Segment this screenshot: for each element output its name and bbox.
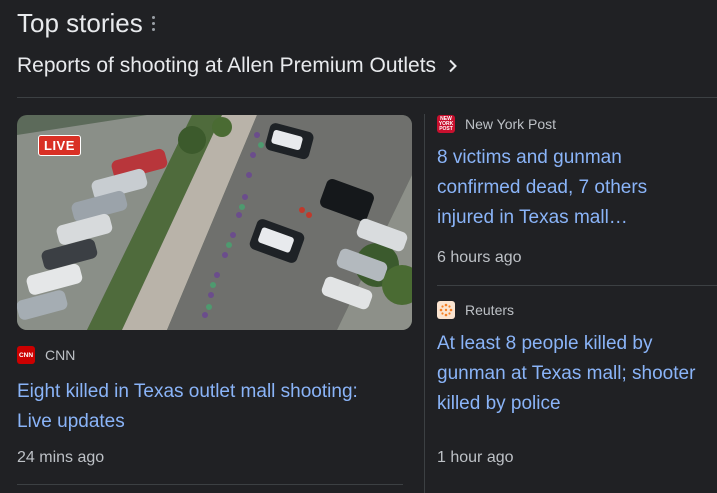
reuters-logo-icon [437,301,455,319]
topic-link[interactable]: Reports of shooting at Allen Premium Out… [17,54,460,78]
story-source: NEW YORK POST New York Post [437,115,707,133]
side-story-card[interactable]: Reuters At least 8 people killed by gunm… [437,301,707,419]
cnn-logo-icon: CNN [17,346,35,364]
column-divider [424,114,425,493]
story-headline-link[interactable]: 8 victims and gunman confirmed dead, 7 o… [437,143,707,233]
new-york-post-logo-icon: NEW YORK POST [437,115,455,133]
source-name: CNN [45,347,76,363]
top-stories-panel: Top stories Reports of shooting at Allen… [0,0,717,493]
story-time: 24 mins ago [17,449,105,466]
source-name: Reuters [465,302,515,318]
topic-label: Reports of shooting at Allen Premium Out… [17,54,437,77]
section-header: Top stories [17,8,155,39]
section-title: Top stories [17,8,143,38]
live-badge: LIVE [38,135,81,156]
divider [17,97,717,98]
story-time: 1 hour ago [437,449,514,466]
side-story-card[interactable]: NEW YORK POST New York Post 8 victims an… [437,115,707,233]
divider [437,285,717,286]
story-source: CNN CNN [17,346,412,364]
story-headline-link[interactable]: Eight killed in Texas outlet mall shooti… [17,377,397,437]
main-story-card[interactable]: LIVE CNN CNN Eight killed in Texas outle… [17,115,412,437]
divider [17,484,403,485]
story-photo[interactable]: LIVE [17,115,412,330]
chevron-right-icon [449,59,457,73]
story-time: 6 hours ago [437,249,522,266]
story-source: Reuters [437,301,707,319]
vertical-dots-icon[interactable] [151,14,155,34]
source-name: New York Post [465,116,557,132]
story-headline-link[interactable]: At least 8 people killed by gunman at Te… [437,329,707,419]
